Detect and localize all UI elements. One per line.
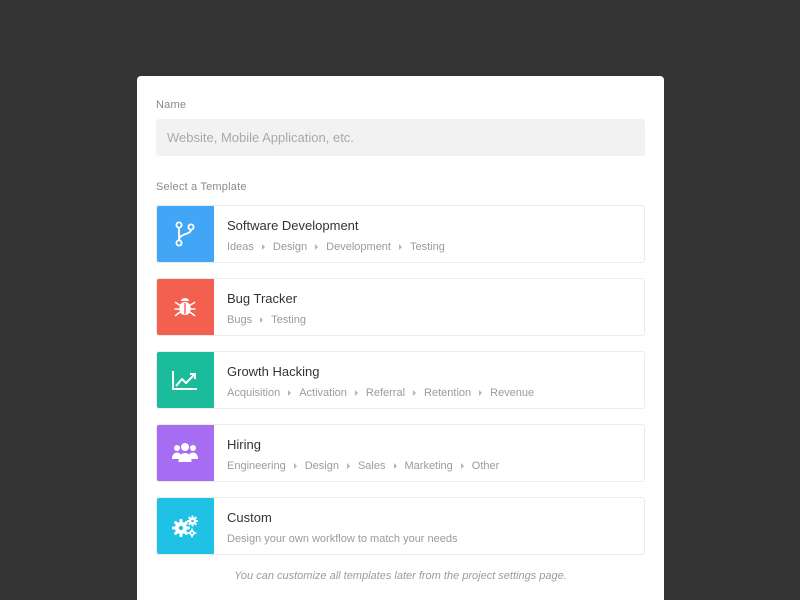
workflow-step: Ideas (227, 241, 254, 253)
step-arrow-icon (346, 463, 350, 469)
step-arrow-icon (479, 390, 483, 396)
template-steps: Engineering Design Sales Marketing Other (227, 459, 499, 473)
template-title: Growth Hacking (227, 364, 320, 379)
template-title: Bug Tracker (227, 291, 298, 306)
template-steps: Acquisition Activation Referral Retention Re… (227, 386, 534, 400)
template-title: Custom (227, 510, 272, 525)
step-arrow-icon (354, 390, 358, 396)
template-icon-tile (157, 498, 214, 554)
step-arrow-icon (393, 463, 397, 469)
template-software-development[interactable]: Software Development Ideas Design Developm… (156, 205, 645, 263)
workflow-step: Engineering (227, 460, 286, 472)
step-arrow-icon (288, 390, 292, 396)
template-title: Hiring (227, 437, 261, 452)
workflow-step: Acquisition (227, 387, 281, 399)
step-arrow-icon (399, 244, 402, 250)
template-description: Design your own workflow to match your n… (227, 533, 458, 545)
template-steps: Bugs Testing (227, 313, 306, 327)
people-icon (172, 443, 198, 462)
workflow-step: Design (272, 241, 308, 253)
workflow-step: Development (326, 241, 391, 253)
name-input[interactable] (156, 119, 645, 156)
template-icon-tile (157, 279, 214, 335)
name-label: Name (156, 99, 187, 111)
template-icon-tile (157, 206, 214, 262)
template-steps: Ideas Design Development Testing (227, 240, 445, 254)
template-bug-tracker[interactable]: Bug Tracker Bugs Testing (156, 278, 645, 336)
template-hiring[interactable]: Hiring Engineering Design Sales Marketing Ot… (156, 424, 645, 482)
customize-note: You can customize all templates later fr… (234, 570, 567, 582)
step-arrow-icon (460, 463, 464, 469)
gears-icon (172, 515, 198, 538)
template-title: Software Development (227, 218, 359, 233)
workflow-step: Revenue (490, 387, 535, 399)
workflow-step: Bugs (227, 314, 253, 326)
workflow-step: Referral (365, 387, 406, 399)
workflow-step: Design (304, 460, 339, 472)
template-list: Software Development Ideas Design Developm… (156, 205, 645, 555)
trend-chart-icon (172, 371, 197, 390)
workflow-step: Sales (357, 460, 386, 472)
step-arrow-icon (260, 317, 264, 323)
step-arrow-icon (261, 244, 265, 250)
template-growth-hacking[interactable]: Growth Hacking Acquisition Activation Refe… (156, 351, 645, 409)
step-arrow-icon (293, 463, 297, 469)
step-arrow-icon (315, 244, 319, 250)
workflow-step: Retention (424, 387, 472, 399)
template-icon-tile (157, 352, 214, 408)
template-icon-tile (157, 425, 214, 481)
step-arrow-icon (413, 390, 417, 396)
bug-icon (174, 298, 196, 317)
workflow-step: Activation (299, 387, 347, 399)
branch-icon (175, 221, 195, 247)
template-section-label: Select a Template (156, 181, 247, 193)
workflow-step: Testing (410, 241, 445, 253)
workflow-step: Testing (271, 314, 306, 326)
new-project-dialog: Name Select a Template Software Developm… (137, 76, 664, 600)
workflow-step: Marketing (404, 460, 453, 472)
workflow-step: Other (471, 460, 500, 472)
template-custom[interactable]: Custom Design your own workflow to match… (156, 497, 645, 555)
